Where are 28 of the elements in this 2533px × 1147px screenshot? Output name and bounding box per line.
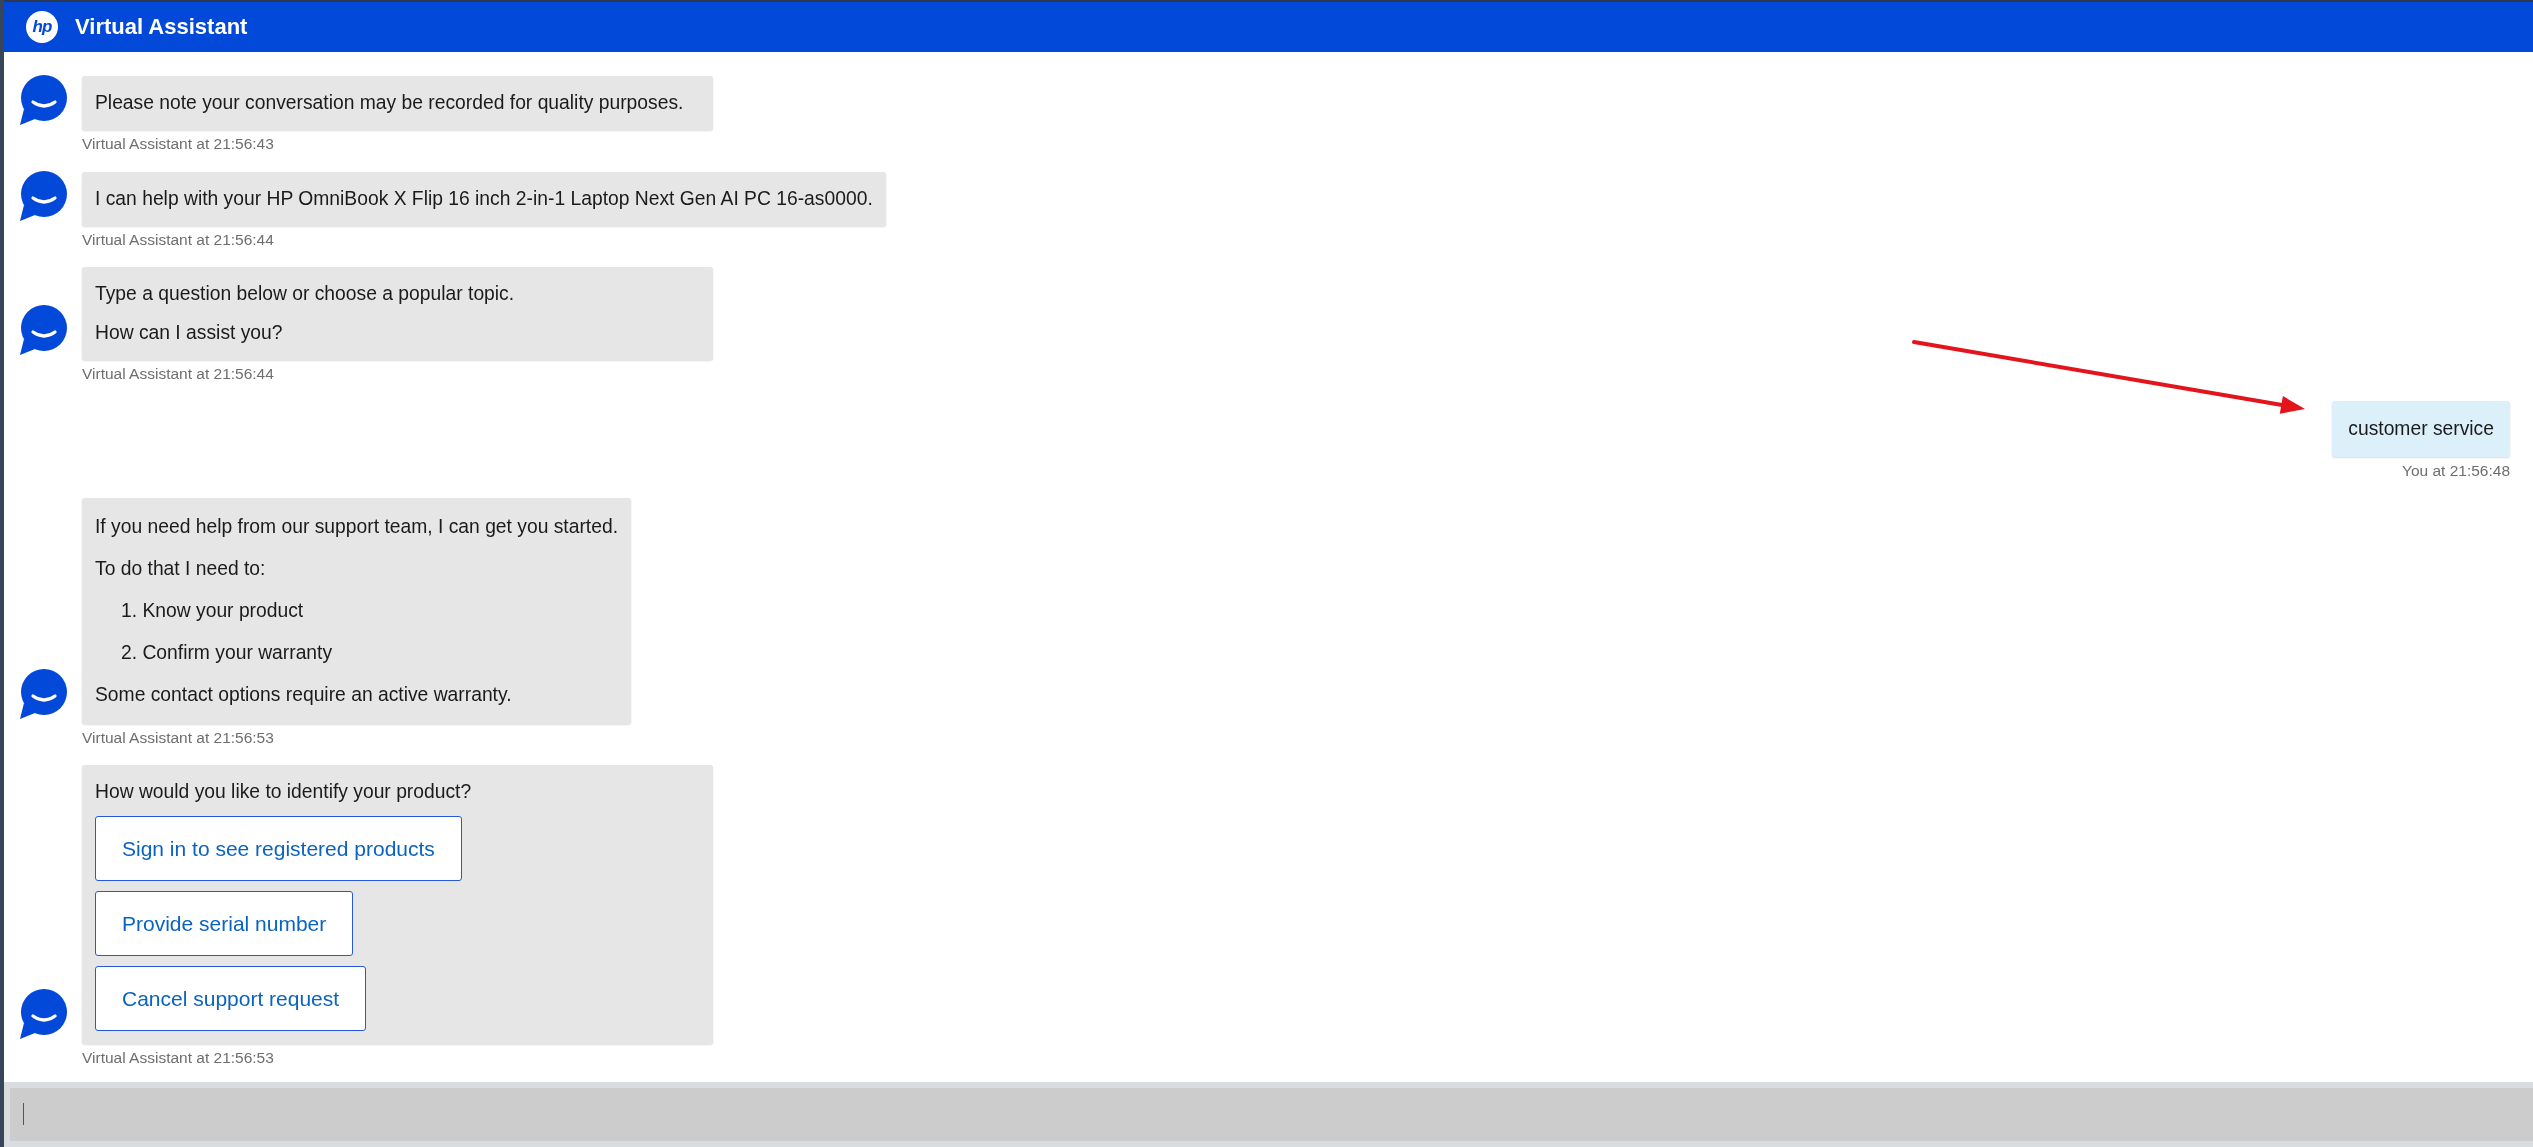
option-button[interactable]: Provide serial number [95, 891, 354, 956]
message-timestamp: Virtual Assistant at 21:56:53 [82, 1048, 274, 1068]
message-input[interactable] [10, 1088, 2533, 1141]
chat-bubble-icon [18, 75, 68, 125]
message-text: Type a question below or choose a popular topic. [95, 282, 516, 306]
option-button[interactable]: Sign in to see registered products [95, 816, 462, 881]
message-text: If you need help from our support team, I can get you started. [95, 515, 619, 539]
chat-bubble-icon [18, 669, 68, 719]
message-timestamp: You at 21:56:48 [2401, 461, 2510, 481]
message-text: How can I assist you? [95, 321, 284, 345]
message-timestamp: Virtual Assistant at 21:56:44 [82, 364, 274, 384]
message-text: To do that I need to: [95, 557, 267, 581]
message-text: customer service [2348, 417, 2494, 441]
message-text: I can help with your HP OmniBook X Flip 16 inch 2-in-1 Laptop Next Gen AI PC 16-as0000. [95, 187, 873, 211]
chat-bubble-icon [18, 305, 68, 355]
chat-bubble-icon [18, 989, 68, 1039]
window-title: Virtual Assistant [75, 14, 248, 40]
message-text: Some contact options require an active warranty. [95, 683, 513, 707]
message-text: Please note your conversation may be recorded for quality purposes. [95, 91, 685, 115]
message-timestamp: Virtual Assistant at 21:56:44 [82, 230, 274, 250]
message-timestamp: Virtual Assistant at 21:56:43 [82, 134, 274, 154]
logo: hp [26, 11, 58, 43]
list-item: 1. Know your product [121, 599, 305, 623]
option-button[interactable]: Cancel support request [95, 966, 367, 1031]
message-text: How would you like to identify your product? [95, 780, 473, 804]
list-item: 2. Confirm your warranty [121, 641, 334, 665]
chat-bubble-icon [18, 171, 68, 221]
message-timestamp: Virtual Assistant at 21:56:53 [82, 728, 274, 748]
